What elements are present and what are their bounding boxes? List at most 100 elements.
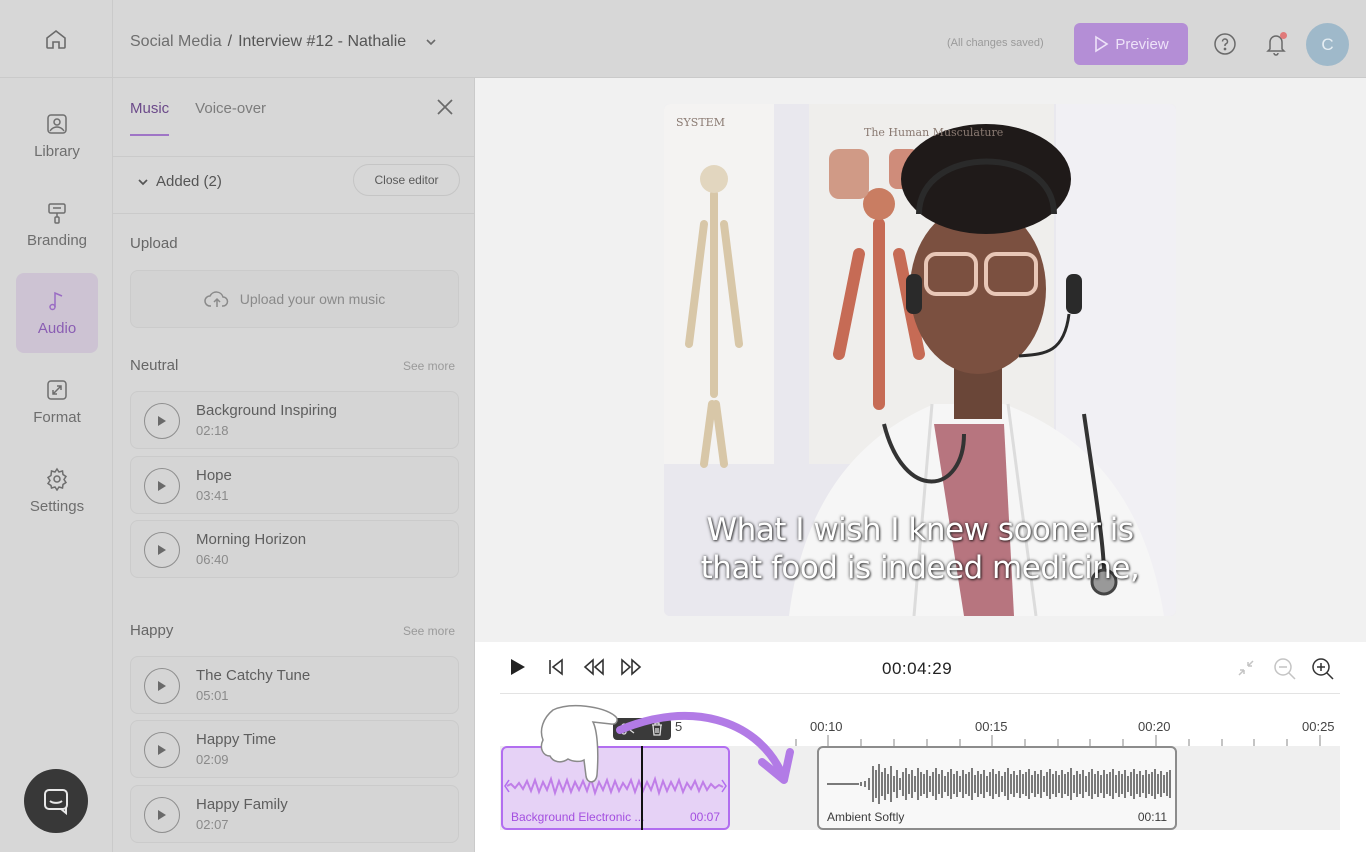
nav-format[interactable]: Format (16, 362, 98, 442)
track-duration: 03:41 (196, 488, 229, 503)
gear-icon (46, 467, 68, 491)
subtitle-line-2: that food is indeed medicine, (700, 550, 1140, 586)
video-preview[interactable]: SYSTEM The Human Musculature What I wish… (664, 104, 1176, 616)
play-button[interactable] (144, 668, 180, 704)
chevron-down-icon[interactable] (424, 35, 438, 49)
tick-label: 00:20 (1138, 719, 1171, 734)
subtitle-line-1: What I wish I knew sooner is (706, 512, 1134, 548)
notification-dot (1280, 32, 1287, 39)
list-item[interactable]: Background Inspiring 02:18 (130, 391, 459, 449)
home-button[interactable] (0, 0, 113, 78)
breadcrumb-parent[interactable]: Social Media (130, 33, 222, 51)
resize-icon (47, 380, 67, 400)
audio-clip[interactable]: Ambient Softly 00:11 (817, 746, 1177, 830)
play-button[interactable] (144, 403, 180, 439)
nav-settings[interactable]: Settings (16, 451, 98, 531)
rewind-icon[interactable] (582, 657, 606, 677)
nav-label: Format (33, 409, 81, 426)
added-toggle[interactable]: Added (2) (137, 173, 222, 190)
added-label: Added (2) (156, 173, 222, 190)
save-status: (All changes saved) (947, 37, 1044, 49)
panel-tabs: Music Voice-over (130, 100, 266, 136)
play-icon (158, 416, 166, 426)
clip-name: Background Electronic ... (511, 810, 645, 824)
zoom-in-icon[interactable] (1311, 657, 1335, 681)
waveform (827, 764, 1171, 804)
list-item[interactable]: Hope 03:41 (130, 456, 459, 514)
track-name: Background Inspiring (196, 402, 337, 419)
music-note-icon (49, 291, 63, 311)
tab-voice-over[interactable]: Voice-over (195, 100, 266, 136)
list-item[interactable]: Morning Horizon 06:40 (130, 520, 459, 578)
track-duration: 05:01 (196, 688, 229, 703)
chat-support-button[interactable] (24, 769, 88, 833)
clip-duration: 00:11 (1137, 810, 1167, 824)
play-icon (158, 681, 166, 691)
see-more-link[interactable]: See more (403, 359, 455, 373)
fast-forward-icon[interactable] (619, 657, 643, 677)
home-icon (46, 29, 66, 49)
play-icon[interactable] (509, 657, 527, 677)
clip-duration: 00:07 (689, 810, 720, 824)
close-icon[interactable] (436, 98, 454, 116)
cloud-upload-icon (204, 291, 228, 307)
nav-branding[interactable]: Branding (16, 185, 98, 265)
list-item[interactable]: Happy Time 02:09 (130, 720, 459, 778)
list-item[interactable]: Happy Family 02:07 (130, 785, 459, 843)
upload-music-button[interactable]: Upload your own music (130, 270, 459, 328)
left-nav: Library Branding Audio Format Settings (0, 78, 113, 852)
track-name: The Catchy Tune (196, 667, 311, 684)
play-button[interactable] (144, 532, 180, 568)
breadcrumb-separator: / (227, 33, 233, 50)
play-button[interactable] (144, 468, 180, 504)
project-title[interactable]: Interview #12 - Nathalie (238, 33, 406, 51)
paint-roller-icon (48, 203, 66, 224)
nav-label: Library (34, 143, 80, 160)
tick-label: 00:10 (810, 719, 843, 734)
upload-title: Upload (130, 235, 178, 252)
chat-icon (44, 789, 68, 816)
upload-label: Upload your own music (239, 291, 386, 307)
tab-music[interactable]: Music (130, 100, 170, 136)
preview-button[interactable]: Preview (1074, 23, 1188, 65)
track-duration: 06:40 (196, 552, 229, 567)
nav-label: Settings (29, 498, 85, 515)
track-duration: 02:18 (196, 423, 229, 438)
audio-panel: Music Voice-over Added (2) Close editor … (113, 78, 475, 852)
section-title-happy: Happy (130, 622, 174, 639)
ruler-divider (500, 693, 1340, 694)
play-icon (158, 810, 166, 820)
zoom-out-icon[interactable] (1273, 657, 1297, 681)
help-icon[interactable] (1213, 32, 1237, 56)
poster-title: SYSTEM (676, 116, 725, 129)
section-title-neutral: Neutral (130, 357, 179, 374)
tick-label: 00:25 (1302, 719, 1335, 734)
play-outline-icon (1095, 35, 1109, 53)
avatar[interactable]: C (1306, 23, 1349, 66)
clip-name: Ambient Softly (827, 810, 905, 824)
list-item[interactable]: The Catchy Tune 05:01 (130, 656, 459, 714)
nav-audio[interactable]: Audio (16, 273, 98, 353)
track-duration: 02:09 (196, 752, 229, 767)
preview-label: Preview (1115, 35, 1169, 53)
play-icon (158, 745, 166, 755)
play-button[interactable] (144, 732, 180, 768)
image-icon (47, 114, 67, 134)
skip-to-start-icon[interactable] (547, 657, 565, 677)
nav-label: Branding (26, 232, 88, 249)
track-name: Morning Horizon (196, 531, 307, 548)
nav-label: Audio (37, 320, 77, 337)
tick-label: 00:15 (975, 719, 1008, 734)
track-name: Hope (196, 467, 232, 484)
close-editor-button[interactable]: Close editor (353, 164, 460, 196)
breadcrumb: Social Media / Interview #12 - Nathalie (130, 33, 438, 51)
collapse-icon[interactable] (1236, 658, 1256, 678)
track-name: Happy Family (196, 796, 288, 813)
see-more-link[interactable]: See more (403, 624, 455, 638)
play-icon (158, 545, 166, 555)
top-bar: Social Media / Interview #12 - Nathalie … (0, 0, 1366, 78)
nav-library[interactable]: Library (16, 96, 98, 176)
play-icon (158, 481, 166, 491)
play-button[interactable] (144, 797, 180, 833)
hand-cursor-icon (540, 705, 618, 783)
